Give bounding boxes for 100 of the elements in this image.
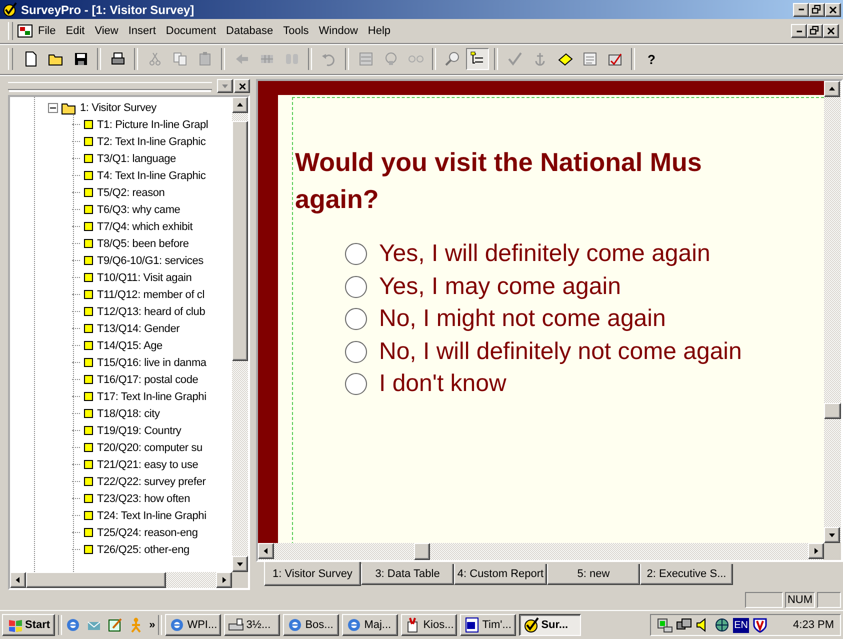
tree-item[interactable]: T25/Q24: reason-eng [97, 526, 198, 538]
tree-view-button[interactable] [466, 48, 489, 70]
tree-item[interactable]: T20/Q20: computer su [97, 442, 202, 454]
browser-icon [169, 617, 186, 633]
item-square-icon [84, 290, 93, 299]
tree-item[interactable]: T15/Q16: live in danma [97, 356, 206, 368]
windows-logo-icon [7, 617, 23, 633]
tree-item[interactable]: T24: Text In-line Graphi [97, 510, 206, 522]
menu-item[interactable]: Window [314, 23, 363, 39]
menu-item[interactable]: Edit [60, 23, 90, 39]
tree-item[interactable]: T9/Q6-10/G1: services [97, 254, 204, 266]
menu-item[interactable]: Insert [123, 23, 161, 39]
minimize-icon [798, 8, 804, 11]
menu-item[interactable]: Tools [278, 23, 314, 39]
minimize-icon [796, 30, 802, 32]
tree-item[interactable]: T26/Q25: other-eng [97, 544, 190, 556]
tree-item[interactable]: T16/Q17: postal code [97, 374, 198, 386]
tree-item[interactable]: T11/Q12: member of cl [97, 288, 204, 300]
menu-item[interactable]: View [90, 23, 124, 39]
tab[interactable]: 4: Custom Report [454, 564, 547, 585]
clock: 4:23 PM [793, 619, 834, 631]
tree-item[interactable]: T17: Text In-line Graphi [97, 390, 206, 402]
restore-button[interactable] [807, 24, 823, 38]
tree-item[interactable]: T3/Q1: language [97, 152, 176, 164]
tree-item[interactable]: T23/Q23: how often [97, 492, 190, 504]
radio-button[interactable] [345, 243, 367, 266]
item-square-icon [84, 358, 93, 367]
menu-item[interactable]: Help [362, 23, 396, 39]
item-square-icon [84, 273, 93, 282]
tree-item[interactable]: T1: Picture In-line Grapl [97, 118, 208, 130]
tab[interactable]: 1: Visitor Survey [264, 562, 361, 586]
scroll-down-button[interactable] [232, 556, 248, 572]
spellcheck-icon [506, 51, 522, 67]
tree-item[interactable]: T14/Q15: Age [97, 340, 162, 352]
language-indicator[interactable]: EN [733, 618, 750, 632]
item-square-icon [84, 392, 93, 401]
close-icon [236, 80, 248, 92]
taskbar-button[interactable]: Sur... [519, 614, 582, 636]
menu-item[interactable]: Document [160, 23, 222, 39]
close-button[interactable] [825, 2, 841, 16]
radio-button[interactable] [345, 308, 367, 330]
item-square-icon [84, 511, 93, 520]
tree-item[interactable]: T7/Q4: which exhibit [97, 220, 193, 232]
tree-item[interactable]: T19/Q19: Country [97, 424, 182, 436]
radio-button[interactable] [345, 340, 367, 363]
tree-item[interactable]: T8/Q5: been before [97, 238, 189, 250]
taskbar-button[interactable]: Kios... [401, 614, 458, 636]
scroll-right-button[interactable] [808, 543, 824, 559]
taskbar-button[interactable]: Maj... [342, 614, 398, 636]
tab[interactable]: 5: new [547, 564, 640, 585]
scrollbar-thumb[interactable] [232, 121, 248, 361]
collapse-icon[interactable] [48, 102, 58, 112]
menu-item[interactable]: Database [221, 23, 278, 39]
taskbar-button[interactable]: Bos... [283, 614, 340, 636]
menu-item[interactable]: File [33, 23, 61, 39]
scroll-right-button[interactable] [216, 572, 232, 588]
tree-item[interactable]: T10/Q11: Visit again [97, 272, 192, 284]
scrollbar-thumb[interactable] [26, 572, 166, 588]
scroll-up-button[interactable] [232, 97, 248, 113]
scrollbar-thumb[interactable] [824, 403, 841, 419]
panel-grip[interactable] [8, 82, 212, 90]
tree-item[interactable]: T6/Q3: why came [97, 204, 180, 216]
tree-item[interactable]: T22/Q22: survey prefer [97, 476, 206, 488]
tree-item[interactable]: T5/Q2: reason [97, 186, 165, 198]
close-button[interactable] [823, 24, 839, 38]
taskbar-button[interactable]: 3½... [224, 614, 280, 636]
taskbar-button[interactable]: Tim'... [460, 614, 516, 636]
tree-item[interactable]: T4: Text In-line Graphic [97, 170, 206, 182]
scroll-down-button[interactable] [824, 527, 840, 543]
scrollbar-thumb[interactable] [414, 543, 430, 560]
tree-item[interactable]: T2: Text In-line Graphic [97, 136, 206, 148]
scroll-up-button[interactable] [824, 81, 840, 97]
start-button[interactable]: Start [2, 614, 56, 636]
tab[interactable]: 2: Executive S... [640, 564, 733, 585]
help-button[interactable]: ? [640, 48, 663, 70]
restore-button[interactable] [809, 2, 825, 16]
radio-button[interactable] [345, 276, 367, 298]
minimize-button[interactable] [791, 24, 807, 38]
item-square-icon [84, 239, 93, 248]
tree-item[interactable]: T21/Q21: easy to use [97, 458, 198, 470]
scroll-left-button[interactable] [10, 572, 26, 588]
columns-icon [284, 51, 300, 67]
close-icon [827, 4, 839, 16]
scroll-left-button[interactable] [258, 543, 274, 559]
item-square-icon [84, 256, 93, 265]
minimize-button[interactable] [793, 2, 809, 16]
option-label: No, I will definitely not come again [379, 338, 742, 366]
close-button[interactable] [234, 79, 250, 93]
radio-button[interactable] [345, 373, 367, 396]
taskbar-button[interactable]: WPI... [165, 614, 222, 636]
tab[interactable]: 3: Data Table [361, 564, 454, 585]
shield-icon [752, 617, 768, 633]
more-button[interactable]: » [149, 619, 156, 631]
item-square-icon [84, 222, 93, 231]
dropdown-button[interactable] [217, 79, 233, 93]
tree-item[interactable]: 1: Visitor Survey [80, 102, 156, 114]
document-app-icon [17, 23, 33, 39]
tree-item[interactable]: T12/Q13: heard of club [97, 306, 206, 318]
tree-item[interactable]: T13/Q14: Gender [97, 322, 180, 334]
tree-item[interactable]: T18/Q18: city [97, 408, 160, 420]
